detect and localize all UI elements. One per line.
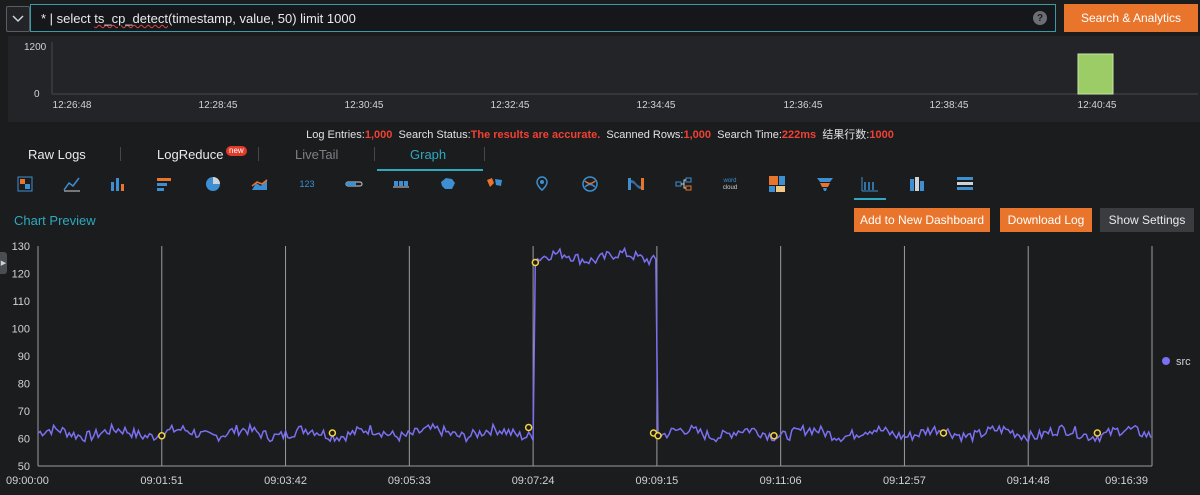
change-point-marker[interactable] bbox=[531, 258, 540, 267]
change-point-marker[interactable] bbox=[770, 432, 778, 440]
word-cloud-icon[interactable]: word cloud bbox=[720, 174, 740, 194]
legend-label-src[interactable]: src bbox=[1176, 356, 1191, 368]
histogram-tick-label: 12:32:45 bbox=[491, 100, 530, 111]
chevron-down-icon bbox=[12, 15, 24, 23]
log-entries-value: 1,000 bbox=[364, 129, 393, 141]
line-chart-icon[interactable] bbox=[62, 174, 82, 194]
x-tick-label: 09:12:57 bbox=[883, 475, 926, 487]
download-log-button[interactable]: Download Log bbox=[1000, 208, 1092, 232]
change-point-marker[interactable] bbox=[939, 429, 948, 437]
collapse-panel-handle[interactable]: ▶ bbox=[0, 252, 7, 274]
column-icon[interactable] bbox=[907, 174, 927, 194]
histogram-tick-label: 12:40:45 bbox=[1078, 100, 1117, 111]
legend-marker-src[interactable] bbox=[1162, 357, 1170, 365]
tree-icon[interactable] bbox=[674, 174, 694, 194]
tab-logreduce[interactable]: LogReduce bbox=[157, 147, 224, 162]
sankey-icon[interactable] bbox=[626, 174, 646, 194]
active-tab-indicator bbox=[377, 169, 483, 171]
histogram-ymin-label: 0 bbox=[34, 89, 40, 100]
x-tick-label: 09:09:15 bbox=[635, 475, 678, 487]
histogram-tick-label: 12:36:45 bbox=[784, 100, 823, 111]
histogram-tick-label: 12:30:45 bbox=[345, 100, 384, 111]
tab-livetail[interactable]: LiveTail bbox=[295, 147, 338, 162]
add-to-dashboard-button[interactable]: Add to New Dashboard bbox=[854, 208, 990, 232]
y-tick-label: 50 bbox=[18, 461, 30, 473]
horizontal-bar-icon[interactable] bbox=[155, 174, 175, 194]
funnel-icon[interactable] bbox=[815, 174, 835, 194]
y-tick-label: 120 bbox=[12, 269, 30, 281]
time-series-icon[interactable] bbox=[860, 174, 880, 194]
search-stats: Log Entries:1,000 Search Status:The resu… bbox=[306, 129, 894, 141]
x-tick-label: 09:16:39 bbox=[1105, 475, 1148, 487]
y-tick-label: 80 bbox=[18, 379, 30, 391]
world-map-icon[interactable] bbox=[485, 174, 505, 194]
single-value-icon[interactable]: 123 bbox=[297, 174, 317, 194]
tab-divider bbox=[374, 147, 375, 161]
x-tick-label: 09:14:48 bbox=[1007, 475, 1050, 487]
histogram-bar[interactable] bbox=[1077, 53, 1114, 95]
query-text: * | select ts_cp_detect(timestamp, value… bbox=[41, 11, 356, 26]
search-time-value: 222ms bbox=[781, 129, 817, 141]
x-tick-label: 09:01:51 bbox=[140, 475, 183, 487]
china-map-icon[interactable] bbox=[438, 174, 458, 194]
pie-chart-icon[interactable] bbox=[203, 174, 223, 194]
result-rows-value: 1000 bbox=[869, 129, 894, 141]
line-chart: 130 120 110 100 90 80 70 60 50 09:00:00 09:01:51 09… bbox=[0, 238, 1200, 490]
treemap-icon[interactable] bbox=[767, 174, 787, 194]
search-analytics-button[interactable]: Search & Analytics bbox=[1064, 4, 1198, 32]
table-chart-icon[interactable] bbox=[16, 174, 36, 194]
y-tick-label: 110 bbox=[12, 296, 30, 308]
histogram-tick-label: 12:28:45 bbox=[199, 100, 238, 111]
chart-preview-title: Chart Preview bbox=[14, 213, 96, 228]
y-tick-label: 130 bbox=[12, 241, 30, 253]
y-tick-label: 60 bbox=[18, 434, 30, 446]
histogram-tick-label: 12:38:45 bbox=[930, 100, 969, 111]
amap-icon[interactable] bbox=[532, 174, 552, 194]
histogram-tick-label: 12:26:48 bbox=[53, 100, 92, 111]
chord-icon[interactable] bbox=[580, 174, 600, 194]
y-tick-label: 90 bbox=[18, 351, 30, 363]
tab-divider bbox=[258, 147, 259, 161]
tab-divider bbox=[484, 147, 485, 161]
show-settings-button[interactable]: Show Settings bbox=[1100, 208, 1194, 232]
series-line-src bbox=[37, 246, 1152, 444]
change-point-marker[interactable] bbox=[524, 423, 533, 432]
active-chart-type-indicator bbox=[854, 198, 886, 200]
x-tick-label: 09:07:24 bbox=[512, 475, 555, 487]
area-chart-icon[interactable] bbox=[250, 174, 270, 194]
x-tick-label: 09:03:42 bbox=[264, 475, 307, 487]
search-status-value: The results are accurate. bbox=[470, 129, 601, 141]
flow-icon[interactable] bbox=[391, 174, 411, 194]
query-input[interactable]: * | select ts_cp_detect(timestamp, value… bbox=[30, 4, 1056, 32]
x-tick-label: 09:11:06 bbox=[760, 475, 802, 487]
new-badge: new bbox=[226, 146, 247, 156]
change-point-marker[interactable] bbox=[328, 429, 337, 437]
log-histogram[interactable]: 1200 0 12:26:48 12:28:45 12:30:45 12:32:45 1… bbox=[8, 36, 1200, 122]
change-point-marker[interactable] bbox=[654, 432, 662, 440]
histogram-tick-label: 12:34:45 bbox=[637, 100, 676, 111]
change-point-marker[interactable] bbox=[1093, 429, 1102, 437]
change-point-marker[interactable] bbox=[158, 432, 166, 440]
y-tick-label: 70 bbox=[18, 406, 30, 418]
query-history-toggle[interactable] bbox=[6, 6, 30, 32]
histogram-ymax-label: 1200 bbox=[24, 42, 47, 53]
tab-raw-logs[interactable]: Raw Logs bbox=[28, 147, 86, 162]
progress-bar-icon[interactable] bbox=[344, 174, 364, 194]
histogram-svg: 1200 0 12:26:48 12:28:45 12:30:45 12:32:45 1… bbox=[24, 42, 1198, 111]
tab-divider bbox=[120, 147, 121, 161]
bar-chart-icon[interactable] bbox=[108, 174, 128, 194]
svg-text:word: word bbox=[722, 178, 736, 184]
svg-text:123: 123 bbox=[299, 179, 314, 189]
scanned-rows-value: 1,000 bbox=[683, 129, 711, 141]
x-tick-label: 09:05:33 bbox=[388, 475, 431, 487]
tab-graph[interactable]: Graph bbox=[410, 147, 446, 162]
x-tick-label: 09:00:00 bbox=[6, 475, 49, 487]
y-tick-label: 100 bbox=[12, 324, 30, 336]
svg-text:cloud: cloud bbox=[723, 185, 737, 191]
cross-table-icon[interactable] bbox=[955, 174, 975, 194]
help-icon[interactable]: ? bbox=[1033, 11, 1047, 25]
line-chart-svg: 130 120 110 100 90 80 70 60 50 09:00:00 09:01:51 09… bbox=[6, 241, 1191, 487]
